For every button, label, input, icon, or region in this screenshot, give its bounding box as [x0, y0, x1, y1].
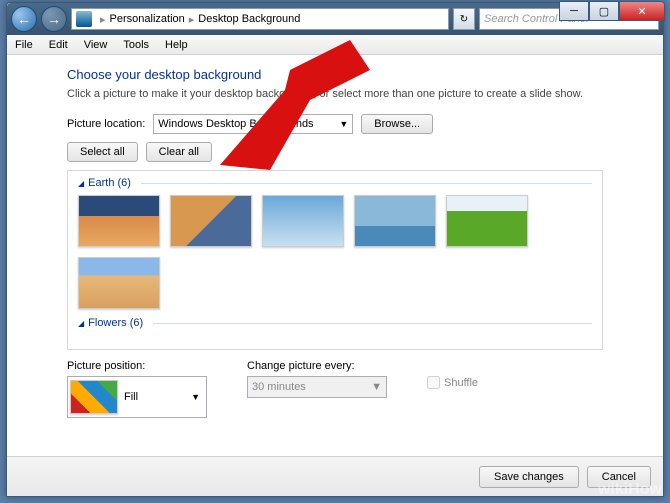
wallpaper-thumb[interactable]	[78, 195, 160, 247]
wallpaper-thumb[interactable]	[354, 195, 436, 247]
shuffle-label: Shuffle	[444, 377, 478, 389]
picture-location-label: Picture location:	[67, 118, 145, 130]
menu-view[interactable]: View	[76, 39, 116, 51]
control-panel-icon	[76, 11, 92, 27]
chevron-down-icon: ▼	[191, 392, 204, 402]
menu-tools[interactable]: Tools	[115, 39, 157, 51]
chevron-down-icon: ▼	[339, 119, 348, 129]
picture-position-label: Picture position:	[67, 360, 207, 372]
page-title: Choose your desktop background	[67, 67, 603, 82]
watermark: wikiHow	[598, 481, 662, 499]
menu-bar: File Edit View Tools Help	[7, 35, 663, 55]
wallpaper-gallery: ◢ Earth (6) ◢ Flowers (6)	[67, 170, 603, 350]
page-subtitle: Click a picture to make it your desktop …	[67, 88, 603, 100]
breadcrumb-personalization[interactable]: Personalization	[110, 13, 185, 25]
collapse-icon: ◢	[78, 319, 84, 328]
picture-position-combo[interactable]: Fill ▼	[67, 376, 207, 418]
browse-button[interactable]: Browse...	[361, 114, 433, 134]
save-changes-button[interactable]: Save changes	[479, 466, 579, 488]
group-earth[interactable]: ◢ Earth (6)	[78, 177, 592, 189]
address-bar[interactable]: ▸ Personalization ▸ Desktop Background	[71, 8, 449, 30]
picture-location-combo[interactable]: Windows Desktop Backgrounds ▼	[153, 114, 353, 134]
wallpaper-thumb[interactable]	[262, 195, 344, 247]
wallpaper-thumb[interactable]	[446, 195, 528, 247]
close-button[interactable]: ✕	[619, 1, 665, 21]
change-every-combo: 30 minutes ▼	[247, 376, 387, 398]
wallpaper-thumb[interactable]	[170, 195, 252, 247]
maximize-button[interactable]: ▢	[589, 1, 619, 21]
back-button[interactable]: ←	[11, 6, 37, 32]
shuffle-checkbox	[427, 376, 440, 389]
chevron-down-icon: ▼	[371, 381, 382, 393]
menu-edit[interactable]: Edit	[41, 39, 76, 51]
clear-all-button[interactable]: Clear all	[146, 142, 212, 162]
breadcrumb-desktop-background[interactable]: Desktop Background	[198, 13, 300, 25]
wallpaper-thumb[interactable]	[78, 257, 160, 309]
refresh-button[interactable]: ↻	[453, 8, 475, 30]
position-preview-icon	[70, 380, 118, 414]
minimize-button[interactable]: ─	[559, 1, 589, 21]
collapse-icon: ◢	[78, 179, 84, 188]
forward-button[interactable]: →	[41, 6, 67, 32]
select-all-button[interactable]: Select all	[67, 142, 138, 162]
change-every-label: Change picture every:	[247, 360, 387, 372]
menu-help[interactable]: Help	[157, 39, 196, 51]
group-flowers[interactable]: ◢ Flowers (6)	[78, 317, 592, 329]
menu-file[interactable]: File	[7, 39, 41, 51]
